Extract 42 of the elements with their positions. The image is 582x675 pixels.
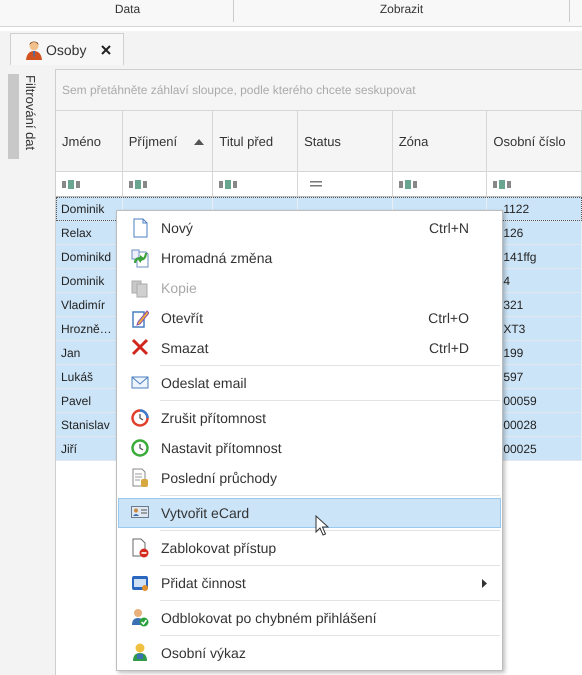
- equals-filter-icon: [310, 181, 322, 187]
- pages-arrows-icon: [131, 248, 149, 268]
- edit-icon: [131, 308, 149, 328]
- text-filter-icon: [128, 180, 147, 188]
- shortcut-label: Ctrl+N: [428, 220, 469, 236]
- column-header[interactable]: Jméno: [56, 111, 123, 172]
- menu-item[interactable]: Osobní výkaz: [118, 638, 501, 668]
- close-icon[interactable]: [101, 44, 112, 54]
- ribbon-group-label: Zobrazit: [380, 2, 424, 16]
- menu-item[interactable]: Poslední průchody: [118, 463, 501, 493]
- column-header[interactable]: Status: [298, 111, 393, 172]
- text-filter-icon: [62, 180, 80, 188]
- column-header[interactable]: Titul před: [213, 111, 298, 172]
- text-filter-icon: [493, 180, 512, 188]
- clock-icon: [131, 438, 149, 458]
- user-check-icon: [131, 608, 149, 628]
- sort-arrow-icon: [194, 139, 204, 145]
- menu-item[interactable]: Zablokovat přístup: [118, 533, 501, 563]
- document-icon: [131, 468, 149, 488]
- person-icon: [25, 40, 43, 60]
- menu-item[interactable]: Vytvořit eCard: [118, 498, 501, 528]
- column-header[interactable]: Osobní číslo: [487, 111, 582, 172]
- cursor-icon: [315, 515, 329, 537]
- side-panel-label[interactable]: Filtrování dat: [23, 75, 38, 175]
- panel-grip[interactable]: [8, 74, 19, 159]
- copy-icon: [131, 278, 149, 298]
- shortcut-label: Ctrl+O: [428, 310, 469, 326]
- user-icon: [131, 643, 149, 663]
- shortcut-label: Ctrl+D: [428, 340, 469, 356]
- ribbon-group-label: Data: [114, 2, 140, 16]
- calendar-icon: [131, 573, 149, 593]
- text-filter-icon: [219, 180, 238, 188]
- delete-icon: [131, 338, 149, 358]
- page-blocked-icon: [131, 538, 149, 558]
- page-icon: [131, 218, 149, 238]
- column-header[interactable]: Příjmení: [122, 111, 214, 172]
- text-filter-icon: [398, 180, 417, 188]
- menu-item[interactable]: Odblokovat po chybném přihlášení: [118, 603, 501, 633]
- tab[interactable]: Osoby: [10, 33, 124, 65]
- column-header[interactable]: Zóna: [392, 111, 488, 172]
- clock-icon: [131, 408, 149, 428]
- menu-item[interactable]: Přidat činnost: [118, 568, 501, 598]
